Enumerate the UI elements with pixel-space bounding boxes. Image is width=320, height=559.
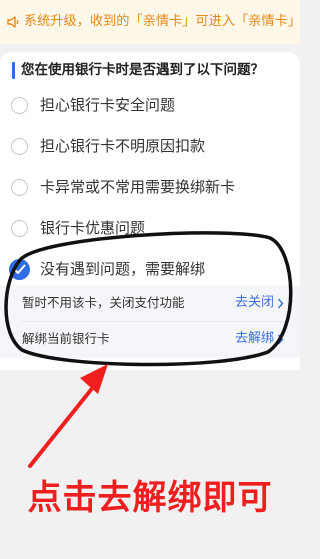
- sub-option-label: 暂时不用该卡，关闭支付功能: [22, 295, 185, 310]
- question-title: 您在使用银行卡时是否遇到了以下问题？: [21, 62, 264, 78]
- close-payment-link[interactable]: 去关闭: [235, 294, 274, 312]
- question-card: 您在使用银行卡时是否遇到了以下问题？ 担心银行卡安全问题 担心银行卡不明原因扣款…: [0, 52, 300, 370]
- option-label: 担心银行卡安全问题: [40, 96, 176, 114]
- notice-text: 系统升级，收到的「亲情卡」可进入「亲情卡」: [24, 14, 300, 29]
- option-card-security[interactable]: 担心银行卡安全问题: [0, 89, 300, 125]
- speaker-icon: [7, 16, 19, 28]
- option-label: 卡异常或不常用需要换绑新卡: [40, 178, 236, 196]
- radio-button[interactable]: [11, 220, 28, 237]
- option-rebind-card[interactable]: 卡异常或不常用需要换绑新卡: [0, 171, 300, 207]
- unbind-link[interactable]: 去解绑: [235, 330, 274, 348]
- option-card-discount[interactable]: 银行卡优惠问题: [0, 212, 300, 248]
- sub-option-close-payment[interactable]: 暂时不用该卡，关闭支付功能 去关闭: [0, 286, 300, 322]
- sub-option-label: 解绑当前银行卡: [22, 331, 110, 346]
- notice-bar[interactable]: 系统升级，收到的「亲情卡」可进入「亲情卡」: [0, 0, 300, 44]
- radio-button[interactable]: [11, 138, 28, 155]
- option-label: 担心银行卡不明原因扣款: [40, 137, 206, 155]
- option-label: 银行卡优惠问题: [40, 219, 146, 237]
- radio-checked-icon[interactable]: [9, 259, 30, 280]
- chevron-right-icon: [277, 334, 284, 345]
- annotation-caption: 点击去解绑即可: [27, 478, 273, 518]
- chevron-right-icon: [277, 298, 284, 309]
- option-no-problem-unbind[interactable]: 没有遇到问题，需要解绑: [0, 253, 300, 289]
- title-accent-bar: [12, 62, 15, 79]
- radio-button[interactable]: [11, 179, 28, 196]
- radio-button[interactable]: [11, 97, 28, 114]
- option-unknown-charge[interactable]: 担心银行卡不明原因扣款: [0, 130, 300, 166]
- sub-option-unbind-card[interactable]: 解绑当前银行卡 去解绑: [0, 322, 300, 358]
- option-label: 没有遇到问题，需要解绑: [40, 260, 206, 278]
